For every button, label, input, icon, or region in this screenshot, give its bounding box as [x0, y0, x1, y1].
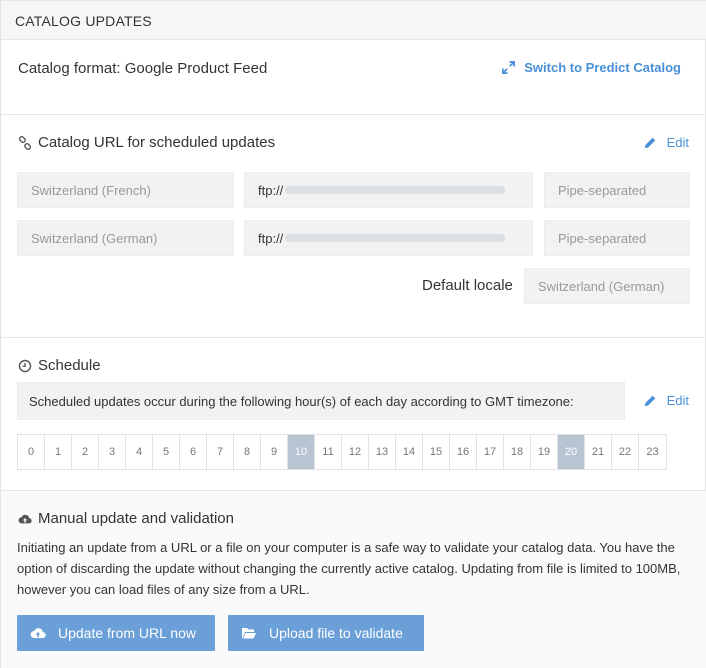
hour-16[interactable]: 16	[450, 435, 477, 469]
manual-update-section: Manual update and validation Initiating …	[1, 491, 706, 668]
url-prefix-2: ftp://	[258, 230, 284, 246]
catalog-format-label: Catalog format: Google Product Feed	[18, 60, 268, 77]
schedule-title-text: Schedule	[38, 357, 101, 374]
catalog-url-edit-label: Edit	[666, 135, 689, 150]
schedule-description: Scheduled updates occur during the follo…	[17, 382, 625, 420]
update-from-url-label: Update from URL now	[58, 625, 196, 641]
locale-field-1[interactable]: Switzerland (French)	[17, 172, 234, 208]
hour-1[interactable]: 1	[45, 435, 72, 469]
hour-13[interactable]: 13	[369, 435, 396, 469]
hour-0[interactable]: 0	[18, 435, 45, 469]
pencil-icon	[644, 395, 655, 406]
catalog-url-edit-button[interactable]: Edit	[643, 135, 689, 150]
schedule-edit-label: Edit	[666, 393, 689, 408]
hour-8[interactable]: 8	[234, 435, 261, 469]
switch-catalog-label: Switch to Predict Catalog	[524, 60, 681, 75]
schedule-title: Schedule	[18, 357, 101, 374]
hour-18[interactable]: 18	[504, 435, 531, 469]
upload-file-button[interactable]: Upload file to validate	[228, 615, 424, 651]
hour-11[interactable]: 11	[315, 435, 342, 469]
hour-12[interactable]: 12	[342, 435, 369, 469]
separator-field-1[interactable]: Pipe-separated	[544, 172, 690, 208]
hour-23[interactable]: 23	[639, 435, 666, 469]
hour-17[interactable]: 17	[477, 435, 504, 469]
catalog-url-title: Catalog URL for scheduled updates	[18, 134, 275, 151]
panel-header: CATALOG UPDATES	[1, 0, 706, 40]
clock-icon	[18, 359, 32, 372]
blurred-url-2	[285, 234, 506, 242]
hour-7[interactable]: 7	[207, 435, 234, 469]
hour-20[interactable]: 20	[558, 435, 585, 469]
hour-5[interactable]: 5	[153, 435, 180, 469]
catalog-url-section: Catalog URL for scheduled updates Edit S…	[1, 115, 706, 338]
panel-title: CATALOG UPDATES	[15, 13, 152, 29]
separator-field-2[interactable]: Pipe-separated	[544, 220, 690, 256]
default-locale-label: Default locale	[422, 277, 513, 294]
cloud-upload-icon	[18, 514, 32, 523]
hour-21[interactable]: 21	[585, 435, 612, 469]
cloud-upload-icon	[30, 628, 46, 639]
manual-title: Manual update and validation	[18, 510, 234, 527]
expand-arrows-icon	[502, 61, 516, 74]
link-icon	[18, 135, 32, 150]
catalog-updates-panel: CATALOG UPDATES Catalog format: Google P…	[0, 0, 706, 668]
switch-catalog-link[interactable]: Switch to Predict Catalog	[501, 60, 681, 75]
manual-title-text: Manual update and validation	[38, 510, 234, 527]
hour-9[interactable]: 9	[261, 435, 288, 469]
hour-2[interactable]: 2	[72, 435, 99, 469]
url-field-2[interactable]: ftp://	[244, 220, 533, 256]
hour-19[interactable]: 19	[531, 435, 558, 469]
default-locale-field[interactable]: Switzerland (German)	[524, 268, 690, 304]
blurred-url-1	[285, 186, 506, 194]
hour-4[interactable]: 4	[126, 435, 153, 469]
schedule-section: Schedule Scheduled updates occur during …	[1, 338, 706, 491]
hour-selector: 0 1 2 3 4 5 6 7 8 9 10 11 12 13 14 15 16 17 18 19 20 21 22 23	[17, 434, 667, 470]
hour-15[interactable]: 15	[423, 435, 450, 469]
hour-3[interactable]: 3	[99, 435, 126, 469]
folder-open-icon	[242, 628, 256, 639]
schedule-edit-button[interactable]: Edit	[643, 393, 689, 408]
pencil-icon	[644, 137, 655, 148]
locale-field-2[interactable]: Switzerland (German)	[17, 220, 234, 256]
update-from-url-button[interactable]: Update from URL now	[17, 615, 215, 651]
catalog-url-title-text: Catalog URL for scheduled updates	[38, 134, 276, 151]
hour-6[interactable]: 6	[180, 435, 207, 469]
hour-14[interactable]: 14	[396, 435, 423, 469]
url-prefix-1: ftp://	[258, 182, 284, 198]
url-field-1[interactable]: ftp://	[244, 172, 533, 208]
catalog-format-section: Catalog format: Google Product Feed Swit…	[1, 40, 706, 115]
upload-file-label: Upload file to validate	[269, 625, 403, 641]
manual-description: Initiating an update from a URL or a fil…	[17, 540, 681, 597]
hour-22[interactable]: 22	[612, 435, 639, 469]
hour-10[interactable]: 10	[288, 435, 315, 469]
